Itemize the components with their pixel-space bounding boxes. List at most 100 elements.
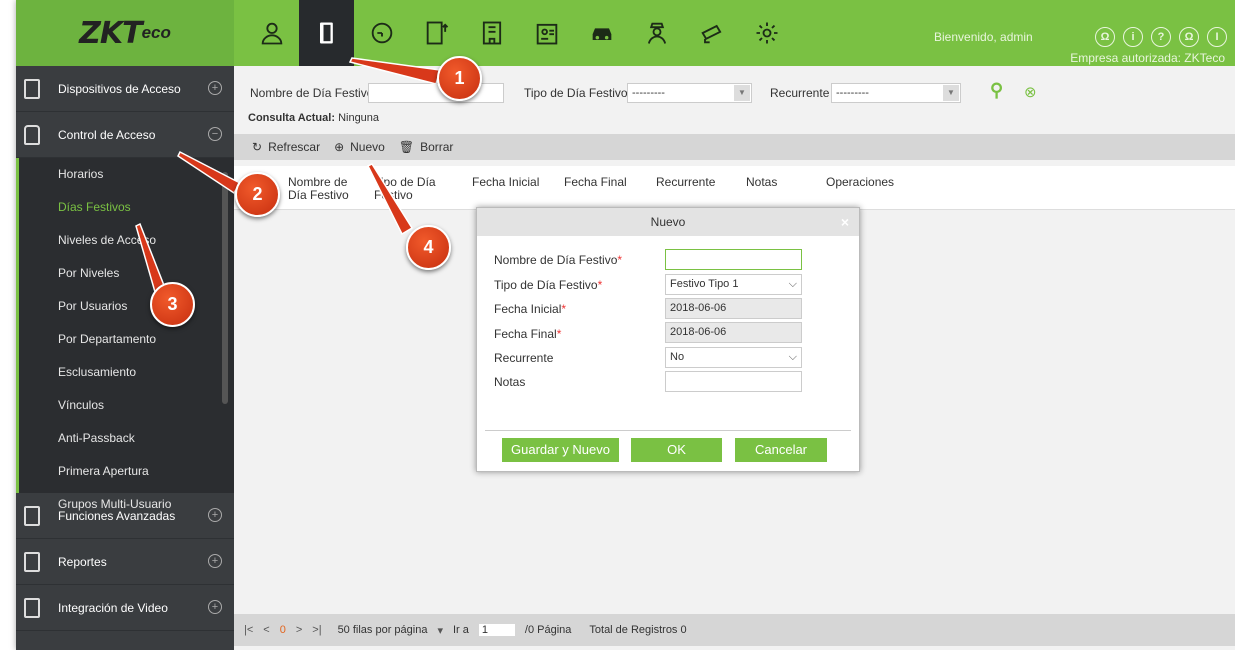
ok-button[interactable]: OK <box>631 438 722 462</box>
callout-2: 2 <box>235 172 280 217</box>
top-bar: ZKT eco Bienvenido, admin Ω i ? Ω I Empre… <box>16 0 1235 66</box>
app-window: ZKT eco Bienvenido, admin Ω i ? Ω I Empre… <box>16 0 1235 650</box>
search-icon[interactable]: ⚲ <box>990 80 1003 101</box>
refresh-icon[interactable]: ↻ <box>252 140 262 154</box>
sidebar-item-vinculos[interactable]: Vínculos <box>19 389 234 422</box>
user-circle-icon[interactable]: Ω <box>1095 27 1115 47</box>
dialog-title: Nuevo × <box>477 208 859 236</box>
notes-input[interactable] <box>665 371 802 392</box>
callout-4: 4 <box>406 225 451 270</box>
sidebar-section-advanced[interactable]: Funciones Avanzadas + <box>16 493 234 539</box>
module-icons <box>244 0 794 66</box>
filter-recurring-select[interactable]: --------- ▼ <box>831 83 961 103</box>
last-page-button[interactable]: >| <box>312 624 321 636</box>
filter-type-select[interactable]: --------- ▼ <box>627 83 752 103</box>
column-header[interactable]: Tipo de Día Festivo <box>374 176 444 202</box>
dialog-divider <box>485 430 851 431</box>
field-label-start-date: Fecha Inicial* <box>494 302 567 316</box>
logo: ZKT eco <box>16 0 234 66</box>
power-icon[interactable]: I <box>1207 27 1227 47</box>
sidebar-item-por-usuarios[interactable]: Por Usuarios <box>19 290 234 323</box>
field-label-notes: Notas <box>494 375 526 389</box>
prev-page-button[interactable]: < <box>263 624 269 636</box>
advanced-icon <box>24 506 40 526</box>
filter-type-label: Tipo de Día Festivo <box>524 86 628 100</box>
holiday-type-select[interactable]: Festivo Tipo 1 ⌵ <box>665 274 802 295</box>
field-label-end-date: Fecha Final* <box>494 327 562 341</box>
expand-icon[interactable]: + <box>208 508 222 522</box>
sidebar-section-reports[interactable]: Reportes + <box>16 539 234 585</box>
help-icon[interactable]: ? <box>1151 27 1171 47</box>
expand-icon[interactable]: + <box>208 81 222 95</box>
rows-per-page-select[interactable]: 50 filas por página <box>338 624 428 636</box>
recurring-select[interactable]: No ⌵ <box>665 347 802 368</box>
camera-icon[interactable] <box>684 0 739 66</box>
chevron-down-icon: ⌵ <box>788 351 797 363</box>
column-header[interactable]: Notas <box>746 176 777 189</box>
close-icon[interactable]: × <box>841 208 849 236</box>
badge-icon[interactable] <box>519 0 574 66</box>
field-label-type: Tipo de Día Festivo* <box>494 278 603 292</box>
clock-icon[interactable] <box>354 0 409 66</box>
trash-icon[interactable]: 🗑 <box>399 140 414 154</box>
column-header[interactable]: Recurrente <box>656 176 715 189</box>
report-icon <box>24 552 40 572</box>
column-header[interactable]: Fecha Inicial <box>472 176 539 189</box>
holiday-name-input[interactable] <box>665 249 802 270</box>
expand-icon[interactable]: + <box>208 600 222 614</box>
sidebar-item-anti-passback[interactable]: Anti-Passback <box>19 422 234 455</box>
toolbar: ↻ Refrescar ⊕ Nuevo 🗑 Borrar <box>234 134 1235 160</box>
info-icon[interactable]: i <box>1123 27 1143 47</box>
sidebar-item-niveles-acceso[interactable]: Niveles de Acceso <box>19 224 234 257</box>
new-button[interactable]: Nuevo <box>350 140 385 154</box>
account-icon[interactable]: Ω <box>1179 27 1199 47</box>
company-text: Empresa autorizada: ZKTeco <box>1070 51 1225 65</box>
door-icon[interactable] <box>299 0 354 66</box>
next-page-button[interactable]: > <box>296 624 302 636</box>
cancel-button[interactable]: Cancelar <box>735 438 827 462</box>
sidebar-item-esclusamiento[interactable]: Esclusamiento <box>19 356 234 389</box>
filter-name-label: Nombre de Día Festivo <box>250 86 374 100</box>
goto-input[interactable]: 1 <box>478 624 515 636</box>
add-icon[interactable]: ⊕ <box>334 140 344 154</box>
save-and-new-button[interactable]: Guardar y Nuevo <box>502 438 619 462</box>
field-label-recurring: Recurrente <box>494 351 554 365</box>
first-page-button[interactable]: |< <box>244 624 253 636</box>
end-date-input[interactable]: 2018-06-06 <box>665 322 802 343</box>
sidebar-item-por-departamento[interactable]: Por Departamento <box>19 323 234 356</box>
sidebar-item-primera-apertura[interactable]: Primera Apertura <box>19 455 234 488</box>
guard-icon[interactable] <box>629 0 684 66</box>
sidebar: Dispositivos de Acceso + Control de Acces… <box>16 66 234 650</box>
sidebar-item-por-niveles[interactable]: Por Niveles <box>19 257 234 290</box>
delete-button[interactable]: Borrar <box>420 140 453 154</box>
clear-icon[interactable]: ⊗ <box>1024 83 1037 101</box>
chevron-down-icon[interactable]: ▾ <box>437 624 443 637</box>
field-label-name: Nombre de Día Festivo* <box>494 253 623 267</box>
expand-icon[interactable]: + <box>208 554 222 568</box>
chevron-down-icon: ▼ <box>943 85 959 101</box>
column-header[interactable]: Nombre de Día Festivo <box>288 176 363 202</box>
column-header[interactable]: Fecha Final <box>564 176 627 189</box>
filter-name-input[interactable] <box>368 83 504 103</box>
sidebar-submenu: Horarios Días Festivos Niveles de Acceso… <box>16 158 234 511</box>
start-date-input[interactable]: 2018-06-06 <box>665 298 802 319</box>
sidebar-item-dias-festivos[interactable]: Días Festivos <box>19 191 234 224</box>
sidebar-section-video[interactable]: Integración de Video + <box>16 585 234 631</box>
collapse-icon[interactable]: − <box>208 127 222 141</box>
column-header[interactable]: Operaciones <box>826 176 894 189</box>
sidebar-item-horarios[interactable]: Horarios <box>19 158 234 191</box>
filter-bar: Nombre de Día Festivo Tipo de Día Festiv… <box>234 66 1235 110</box>
pagination: |< < 0 > >| 50 filas por página ▾ Ir a 1… <box>234 614 1235 646</box>
refresh-button[interactable]: Refrescar <box>268 140 320 154</box>
gear-icon[interactable] <box>739 0 794 66</box>
sidebar-section-access-control[interactable]: Control de Acceso − <box>16 112 234 158</box>
sidebar-section-devices[interactable]: Dispositivos de Acceso + <box>16 66 234 112</box>
current-query: Consulta Actual: Ninguna <box>248 112 380 124</box>
chevron-down-icon: ⌵ <box>788 278 797 290</box>
building-icon[interactable] <box>464 0 519 66</box>
goto-label: Ir a <box>453 624 469 636</box>
sidebar-scrollbar[interactable] <box>222 172 228 404</box>
car-icon[interactable] <box>574 0 629 66</box>
person-icon[interactable] <box>244 0 299 66</box>
total-records: Total de Registros 0 <box>589 624 687 636</box>
